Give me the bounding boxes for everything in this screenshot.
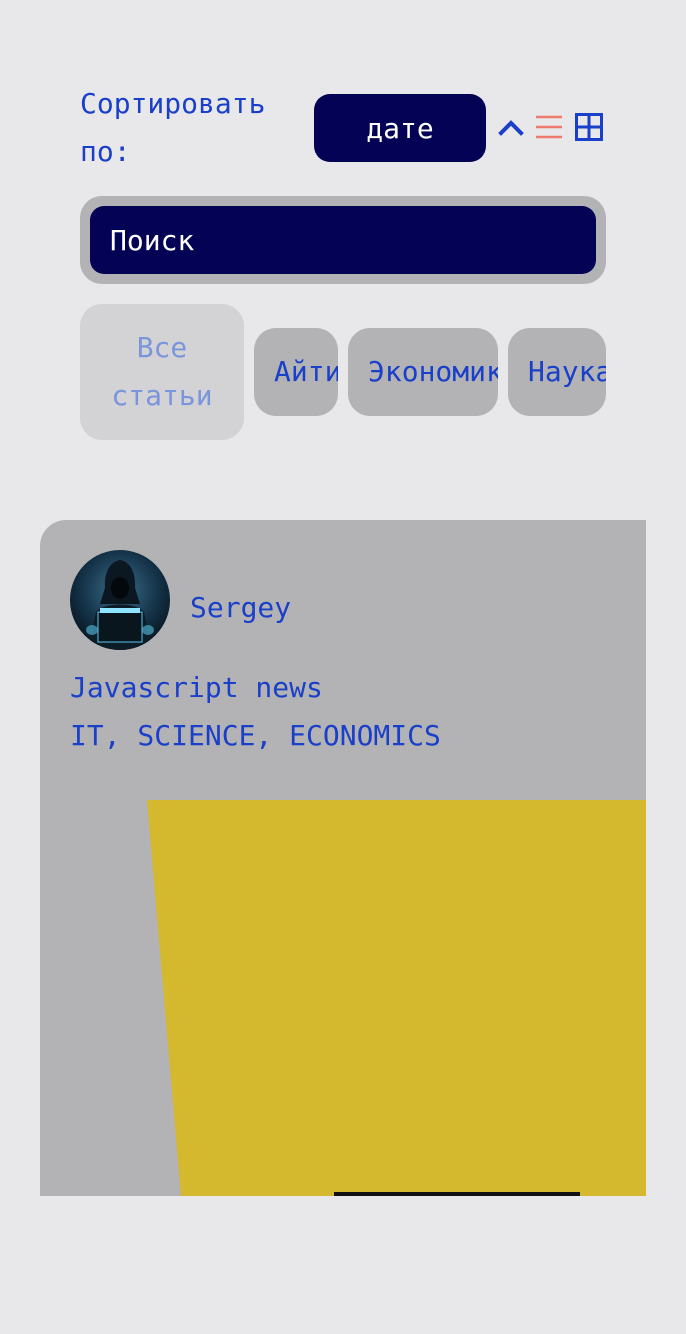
sort-label: Сортировать по: [80,87,266,168]
article-cover-image [147,800,646,1196]
search-container [80,196,606,284]
article-title[interactable]: Javascript news [70,664,323,712]
article-tags: IT, SCIENCE, ECONOMICS [70,719,441,752]
article-card[interactable]: Sergey Javascript news IT, SCIENCE, ECON… [40,520,646,1196]
author-name[interactable]: Sergey [190,584,291,632]
category-chip-it[interactable]: Айти [254,328,338,416]
search-input[interactable] [90,206,596,274]
author-avatar [70,550,170,650]
category-chip-all[interactable]: Все статьи [80,304,244,440]
category-chip-science[interactable]: Наука [508,328,606,416]
sort-select[interactable]: дате [314,94,486,162]
grid-icon[interactable] [572,110,606,144]
category-chip-economics[interactable]: Экономика [348,328,498,416]
list-icon[interactable] [532,110,566,144]
chevron-up-icon[interactable] [494,110,528,144]
